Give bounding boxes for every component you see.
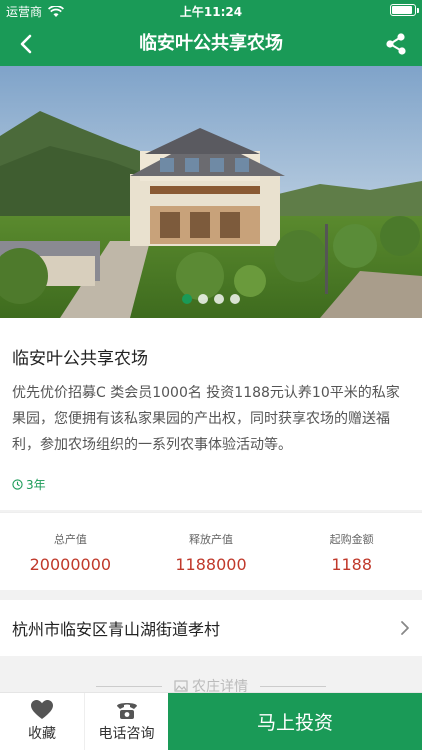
status-right	[386, 4, 419, 16]
image-icon	[174, 680, 188, 692]
stat-value: 1188	[331, 555, 373, 574]
heart-icon	[31, 700, 53, 719]
farm-info-card: 临安叶公共享农场 优先优价招募C 类会员1000名 投资1188元认养10平米的…	[0, 318, 422, 510]
carousel-dot[interactable]	[182, 294, 192, 304]
stat-released-output: 释放产值 1188000	[141, 513, 282, 590]
farm-description: 优先优价招募C 类会员1000名 投资1188元认养10平米的私家果园，您便拥有…	[12, 385, 400, 453]
clock-icon	[12, 479, 23, 490]
stat-value: 20000000	[29, 555, 112, 574]
back-button[interactable]	[10, 28, 42, 60]
image-carousel[interactable]	[0, 66, 422, 318]
page-title: 临安叶公共享农场	[139, 33, 283, 54]
favorite-label: 收藏	[28, 726, 56, 742]
farm-title: 临安叶公共享农场	[12, 349, 148, 369]
carousel-dot[interactable]	[230, 294, 240, 304]
status-bar: 运营商 上午11:24	[0, 0, 422, 22]
favorite-button[interactable]: 收藏	[0, 693, 84, 750]
carousel-dots	[0, 294, 422, 304]
farm-photo	[0, 66, 422, 318]
carousel-dot[interactable]	[214, 294, 224, 304]
address-text: 杭州市临安区青山湖街道孝村	[12, 620, 221, 639]
phone-consult-button[interactable]: 电话咨询	[84, 693, 168, 750]
stat-label: 释放产值	[189, 533, 233, 546]
duration-badge: 3年	[12, 476, 46, 493]
stat-label: 总产值	[53, 533, 87, 546]
divider-line	[96, 685, 162, 687]
phone-label: 电话咨询	[98, 726, 155, 742]
duration-text: 3年	[26, 478, 46, 492]
status-time: 上午11:24	[179, 5, 243, 19]
nav-bar: 临安叶公共享农场	[0, 22, 422, 66]
carousel-dot[interactable]	[198, 294, 208, 304]
stats-row: 总产值 20000000 释放产值 1188000 起购金额 1188	[0, 512, 422, 590]
battery-fill	[392, 6, 412, 14]
stat-value: 1188000	[175, 555, 247, 574]
share-button[interactable]	[380, 28, 412, 60]
bottom-action-bar: 收藏 电话咨询 马上投资	[0, 692, 422, 750]
phone-icon	[116, 703, 137, 719]
chevron-right-icon	[401, 621, 409, 635]
stat-total-output: 总产值 20000000	[0, 513, 141, 590]
chevron-left-icon	[20, 34, 32, 54]
invest-now-button[interactable]: 马上投资	[168, 693, 422, 750]
stat-min-purchase: 起购金额 1188	[281, 513, 422, 590]
share-icon	[386, 33, 406, 55]
address-row[interactable]: 杭州市临安区青山湖街道孝村	[0, 600, 422, 656]
stat-label: 起购金额	[329, 533, 374, 546]
divider-line	[260, 685, 326, 687]
battery-icon	[390, 4, 419, 16]
